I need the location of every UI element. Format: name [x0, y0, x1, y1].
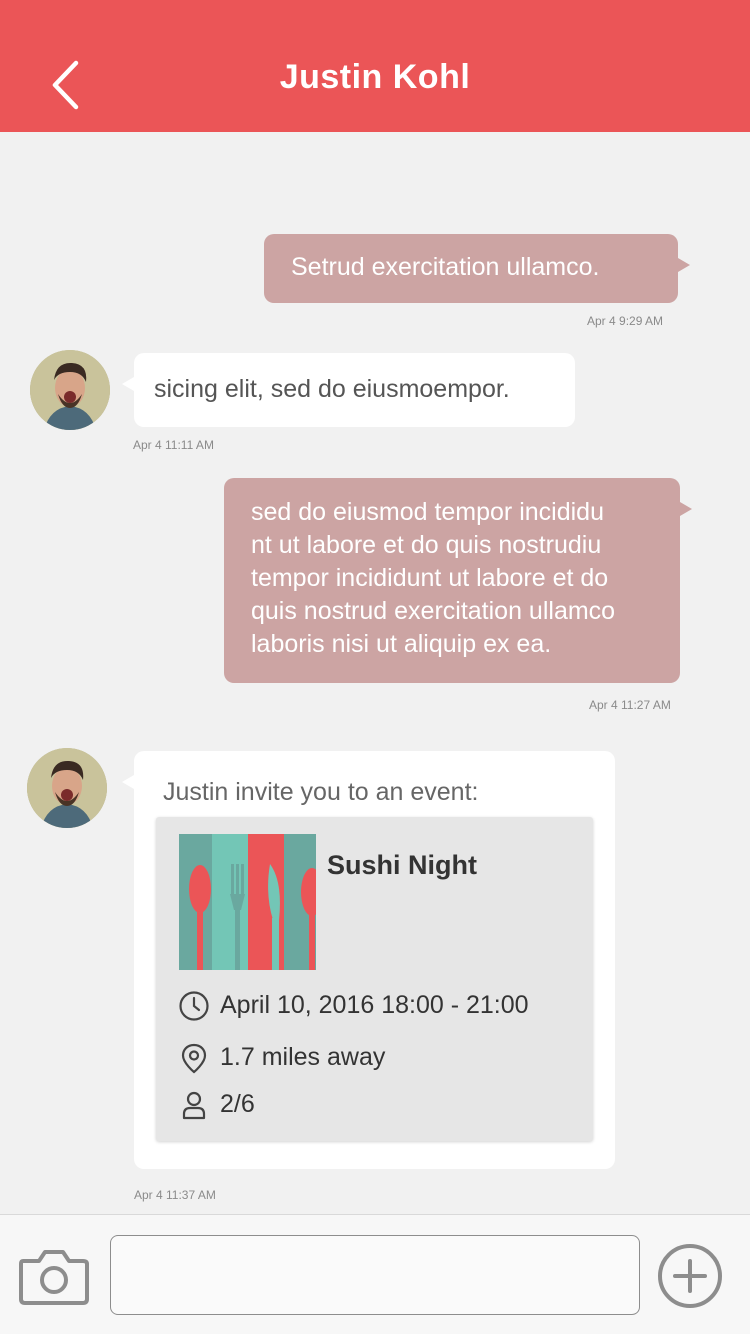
message-text: sicing elit, sed do eiusmoempor. [154, 375, 510, 403]
chat-screen: Justin Kohl Setrud exercitation ullamco.… [0, 0, 750, 1334]
header-bar: Justin Kohl [0, 0, 750, 132]
message-timestamp: Apr 4 11:11 AM [133, 438, 214, 452]
cutlery-illustration [179, 834, 316, 970]
event-card[interactable]: Sushi Night April 10, 2016 18:00 - 21:00… [156, 817, 593, 1141]
message-text: Setrud exercitation ullamco. [291, 253, 600, 281]
incoming-message[interactable]: sicing elit, sed do eiusmoempor. [122, 353, 575, 427]
message-line: sed do eiusmod tempor incididu [251, 498, 604, 526]
event-datetime: April 10, 2016 18:00 - 21:00 [220, 991, 529, 1019]
compose-bar [0, 1214, 750, 1334]
message-timestamp: Apr 4 9:29 AM [587, 314, 664, 328]
message-line: laboris nisi ut aliquip ex ea. [251, 630, 552, 658]
clock-icon [178, 990, 210, 1022]
camera-icon [19, 1250, 89, 1305]
event-image [179, 834, 316, 970]
message-list[interactable]: Setrud exercitation ullamco. Apr 4 9:29 … [0, 132, 750, 1214]
outgoing-message[interactable]: Setrud exercitation ullamco. [264, 234, 690, 303]
avatar-photo [27, 748, 107, 828]
plus-circle-icon [658, 1244, 722, 1308]
event-attendees: 2/6 [220, 1090, 255, 1118]
avatar-photo [30, 350, 110, 430]
message-line: tempor incididunt ut labore et do [251, 564, 609, 592]
event-distance-row: 1.7 miles away [178, 1041, 385, 1074]
event-distance: 1.7 miles away [220, 1043, 386, 1071]
contact-name-title: Justin Kohl [279, 58, 471, 96]
message-timestamp: Apr 4 11:37 AM [134, 1188, 216, 1202]
message-input[interactable] [110, 1235, 640, 1315]
event-intro-text: Justin invite you to an event: [163, 778, 479, 806]
event-datetime-row: April 10, 2016 18:00 - 21:00 [178, 989, 529, 1022]
add-attachment-button[interactable] [656, 1242, 724, 1310]
person-icon [178, 1089, 210, 1121]
outgoing-message[interactable]: sed do eiusmod tempor incididu nt ut lab… [224, 478, 692, 683]
camera-button[interactable] [17, 1245, 91, 1307]
message-line: nt ut labore et do quis nostrudiu [251, 531, 602, 559]
avatar[interactable] [30, 350, 110, 430]
location-pin-icon [178, 1042, 210, 1074]
event-title: Sushi Night [327, 850, 477, 880]
event-attendees-row: 2/6 [178, 1088, 255, 1121]
message-line: quis nostrud exercitation ullamco [251, 597, 616, 625]
avatar[interactable] [27, 748, 107, 828]
event-invite-message[interactable]: Justin invite you to an event: Sushi Nig… [122, 751, 615, 1169]
message-timestamp: Apr 4 11:27 AM [589, 698, 671, 712]
